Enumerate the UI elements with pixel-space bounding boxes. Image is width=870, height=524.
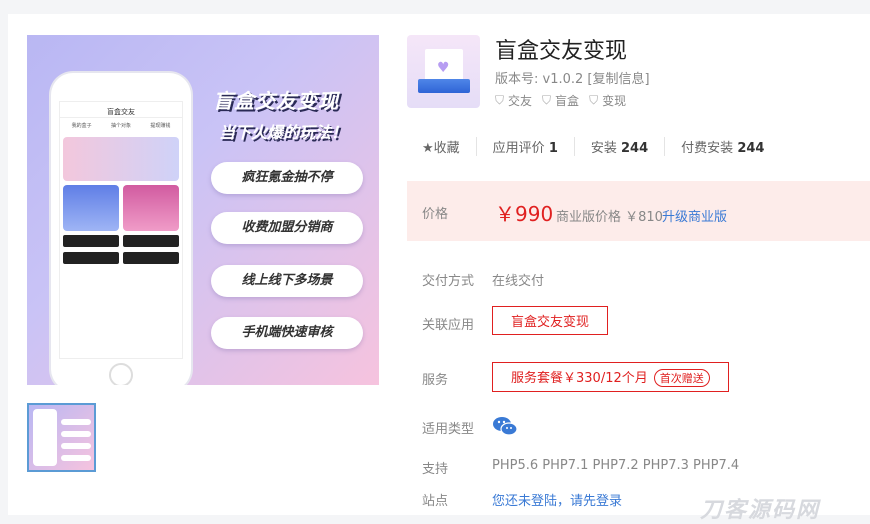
boy-box: [63, 185, 119, 231]
price-label: 价格: [422, 207, 449, 222]
tag-item[interactable]: ⛉ 变现: [589, 92, 626, 109]
tag-label: 盲盒: [555, 94, 580, 108]
related-label: 关联应用: [422, 318, 475, 333]
tag-list: ⛉ 交友 ⛉ 盲盒 ⛉ 变现: [495, 92, 626, 109]
site-label: 站点: [422, 494, 449, 509]
support-label: 支持: [422, 462, 449, 477]
phone-screen: 盲盒交友 我的盒子 抽个对象 提现赚钱: [59, 101, 183, 359]
phone-hero: [63, 137, 179, 181]
tag-icon: ⛉: [495, 93, 505, 107]
product-banner[interactable]: 盲盒交友 我的盒子 抽个对象 提现赚钱 盲盒交友变现 当下火爆的玩法！ 疯狂氪金…: [27, 35, 379, 385]
feature-pill: 线上线下多场景: [211, 265, 363, 297]
stats-bar: ★收藏 应用评价 1 安装 244 付费安装 244: [422, 137, 780, 156]
phone-button: [123, 252, 179, 264]
paid-install-value: 244: [737, 141, 765, 156]
paid-install-stat: 付费安装 244: [664, 137, 780, 156]
girl-box: [123, 185, 179, 231]
thumbnail-pill: [61, 431, 91, 437]
thumbnail-pill: [61, 455, 91, 461]
phone-title: 盲盒交友: [60, 102, 182, 118]
service-package-button[interactable]: 服务套餐￥330/12个月 首次赠送: [492, 362, 729, 392]
paid-install-label: 付费安装: [681, 141, 734, 156]
version-info[interactable]: 版本号: v1.0.2 [复制信息]: [495, 68, 650, 87]
thumbnail-pill: [61, 419, 91, 425]
upgrade-link[interactable]: 升级商业版: [662, 206, 727, 225]
price-row: 价格 ￥990 商业版价格 ￥810 升级商业版: [407, 181, 870, 241]
phone-boxes: [63, 185, 179, 231]
phone-buttons: [63, 235, 179, 269]
app-title: 盲盒交友变现: [495, 39, 628, 64]
delivery-label: 交付方式: [422, 274, 475, 289]
tag-icon: ⛉: [589, 93, 599, 107]
phone-tabs: 我的盒子 抽个对象 提现赚钱: [60, 118, 182, 133]
feature-pill: 收费加盟分销商: [211, 212, 363, 244]
login-link[interactable]: 您还未登陆，请先登录: [492, 490, 622, 509]
type-label: 适用类型: [422, 422, 475, 437]
tag-label: 交友: [508, 94, 533, 108]
service-badge: 首次赠送: [653, 369, 710, 387]
thumbnail-phone: [33, 409, 57, 466]
wechat-icon: [493, 417, 518, 436]
banner-subtitle: 当下火爆的玩法！: [219, 123, 348, 142]
related-app-button[interactable]: 盲盒交友变现: [492, 306, 609, 335]
tag-label: 变现: [602, 94, 627, 108]
app-icon: ♥: [407, 35, 480, 108]
support-value: PHP5.6 PHP7.1 PHP7.2 PHP7.3 PHP7.4: [492, 458, 740, 473]
heart-icon: ♥: [437, 60, 450, 76]
watermark: 刀客源码网: [700, 498, 821, 523]
business-price: 商业版价格 ￥810: [556, 210, 663, 225]
phone-mockup: 盲盒交友 我的盒子 抽个对象 提现赚钱: [51, 73, 191, 385]
tag-icon: ⛉: [542, 93, 552, 107]
phone-home-button: [109, 363, 133, 385]
phone-tab: 抽个对象: [110, 123, 131, 129]
install-value: 244: [621, 141, 649, 156]
phone-button: [63, 252, 119, 264]
banner-title: 盲盒交友变现: [213, 89, 339, 113]
service-label: 服务: [422, 373, 449, 388]
phone-button: [123, 235, 179, 247]
phone-tab: 我的盒子: [71, 123, 92, 129]
feature-pill: 手机端快速审核: [211, 317, 363, 349]
rating-stat[interactable]: 应用评价 1: [475, 137, 574, 156]
install-stat: 安装 244: [573, 137, 664, 156]
service-text: 服务套餐￥330/12个月: [511, 371, 648, 386]
banner-thumbnail[interactable]: [27, 403, 96, 472]
tag-item[interactable]: ⛉ 交友: [495, 92, 532, 109]
favorite-button[interactable]: ★收藏: [422, 137, 476, 156]
tag-item[interactable]: ⛉ 盲盒: [542, 92, 579, 109]
feature-pill: 疯狂氪金抽不停: [211, 162, 363, 194]
delivery-value: 在线交付: [492, 274, 545, 289]
rating-value: 1: [548, 141, 558, 156]
price-value: ￥990: [495, 202, 554, 226]
tray-shape: [418, 79, 470, 93]
rating-label: 应用评价: [492, 141, 545, 156]
phone-tab: 提现赚钱: [150, 123, 171, 129]
phone-button: [63, 235, 119, 247]
install-label: 安装: [590, 141, 617, 156]
thumbnail-pill: [61, 443, 91, 449]
